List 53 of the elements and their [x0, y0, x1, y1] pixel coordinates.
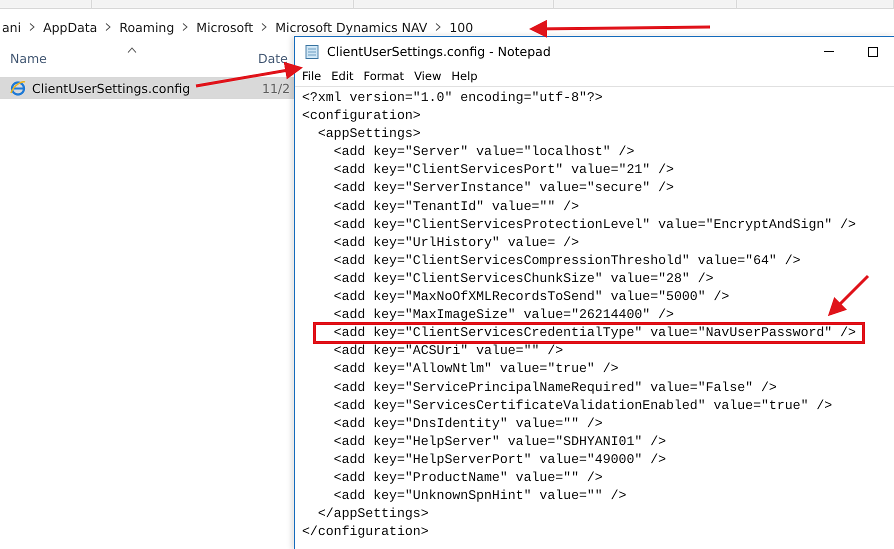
breadcrumb-item[interactable]: 100: [449, 20, 474, 34]
code-line: <add key="HelpServerPort" value="49000" />: [332, 450, 668, 469]
highlighted-code-line: <add key="ClientServicesCredentialType" value="NavUserPassword" />: [315, 324, 863, 342]
menu-item[interactable]: File: [297, 66, 326, 86]
code-line: <add key="ServicePrincipalNameRequired" value="False" />: [332, 378, 778, 396]
code-line: </appSettings>: [316, 505, 430, 524]
breadcrumb-item[interactable]: Roaming: [119, 20, 174, 34]
code-line: <add key="HelpServer" value="SDHYANI01" />: [332, 432, 668, 451]
chevron-icon: [182, 23, 188, 31]
menu-item[interactable]: View: [409, 66, 446, 86]
breadcrumb-item[interactable]: Microsoft: [196, 20, 254, 34]
code-line: <add key="ACSUri" value="" />: [332, 342, 564, 360]
annotation-arrow: [828, 274, 870, 316]
column-header[interactable]: Name: [0, 50, 258, 66]
chevron-icon: [105, 23, 112, 31]
code-line: <add key="MaxNoOfXMLRecordsToSend" value="5000" />: [332, 288, 730, 306]
sort-caret-icon: [127, 47, 137, 53]
code-line: <configuration>: [302, 107, 422, 126]
minimize-icon: [824, 51, 834, 52]
code-line: <add key="Server" value="localhost" />: [332, 143, 636, 162]
code-line: <add key="MaxImageSize" value="26214400" />: [332, 306, 675, 324]
code-line: <add key="ClientServicesProtectionLevel" value="EncryptAndSign" />: [332, 216, 857, 234]
breadcrumb-item[interactable]: AppData: [43, 20, 98, 34]
file-row[interactable]: ClientUserSettings.config 11/2: [0, 77, 294, 99]
globe-e-icon: [10, 80, 26, 96]
window-title: ClientUserSettings.config - Notepad: [327, 44, 552, 59]
column-header[interactable]: Date: [258, 50, 288, 66]
maximize-icon: [868, 46, 878, 56]
menu-item[interactable]: Edit: [326, 66, 359, 86]
file-date: 11/2: [262, 80, 290, 96]
code-line: <add key="ServerInstance" value="secure" />: [332, 179, 675, 198]
code-line: <add key="ClientServicesPort" value="21" />: [332, 161, 675, 180]
code-line: <add key="TenantId" value="" />: [332, 198, 580, 216]
notepad-icon: [304, 44, 320, 60]
code-line: <add key="ClientServicesChunkSize" value="28" />: [332, 270, 715, 288]
code-line: <add key="AllowNtlm" value="true" />: [332, 360, 620, 378]
code-line: <appSettings>: [316, 125, 422, 144]
code-line: <add key="UnknownSpnHint" value="" />: [332, 487, 628, 506]
breadcrumb-item[interactable]: ani: [2, 20, 22, 34]
code-line: <add key="ClientServicesCompressionThreshold" value="64" />: [332, 252, 802, 270]
code-line: <add key="ProductName" value="" />: [332, 468, 604, 487]
code-line: </configuration>: [302, 523, 430, 542]
menu-item[interactable]: Format: [358, 66, 410, 86]
menu-item[interactable]: Help: [446, 66, 483, 86]
code-line: <add key="DnsIdentity" value="" />: [332, 414, 604, 433]
code-line: <add key="UrlHistory" value= />: [332, 234, 580, 252]
chevron-icon: [261, 23, 268, 31]
code-line: <add key="ServicesCertificateValidationEnabled" value="true" />: [332, 396, 834, 415]
chevron-icon: [435, 23, 442, 31]
breadcrumb-item[interactable]: Microsoft Dynamics NAV: [275, 20, 428, 34]
code-line: <?xml version="1.0" encoding="utf-8"?>: [302, 89, 604, 107]
chevron-icon: [29, 23, 36, 31]
file-name: ClientUserSettings.config: [32, 80, 192, 96]
